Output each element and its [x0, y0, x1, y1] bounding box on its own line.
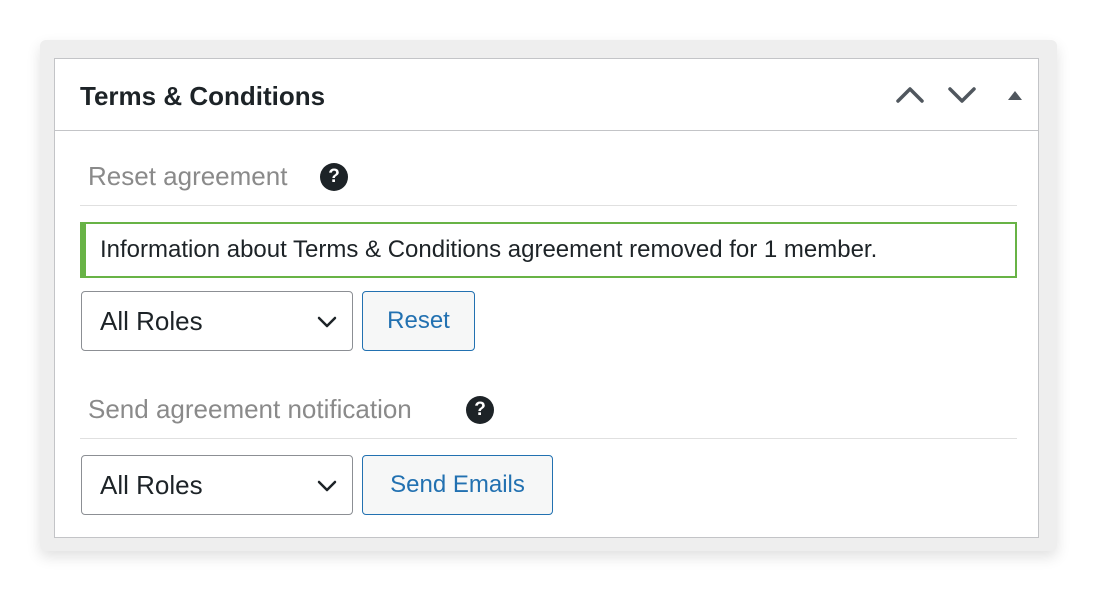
toggle-panel-button[interactable]: [997, 77, 1033, 113]
chevron-up-icon: [896, 87, 924, 103]
notify-section-title: Send agreement notification: [88, 394, 412, 424]
chevron-down-icon: [948, 87, 976, 103]
reset-section-title: Reset agreement: [88, 161, 288, 191]
reset-section-divider: [80, 205, 1017, 206]
panel-header: Terms & Conditions: [55, 59, 1038, 131]
reset-button[interactable]: Reset: [362, 291, 475, 351]
send-emails-button[interactable]: Send Emails: [362, 455, 553, 515]
notify-role-select-value: All Roles: [100, 470, 203, 500]
reset-help-icon[interactable]: ?: [320, 163, 348, 191]
notify-section-divider: [80, 438, 1017, 439]
reset-role-select[interactable]: All Roles: [81, 291, 353, 351]
reset-role-select-value: All Roles: [100, 306, 203, 336]
triangle-up-icon: [1008, 91, 1022, 100]
notice-message: Information about Terms & Conditions agr…: [100, 236, 878, 263]
chevron-down-icon: [317, 480, 337, 492]
panel-title: Terms & Conditions: [80, 81, 326, 111]
chevron-down-icon: [317, 316, 337, 328]
success-notice: Information about Terms & Conditions agr…: [80, 222, 1017, 278]
terms-conditions-panel: Terms & Conditions Reset agreement ? Inf…: [54, 58, 1039, 538]
notify-help-icon[interactable]: ?: [466, 396, 494, 424]
move-down-button[interactable]: [944, 77, 980, 113]
notify-role-select[interactable]: All Roles: [81, 455, 353, 515]
move-up-button[interactable]: [892, 77, 928, 113]
